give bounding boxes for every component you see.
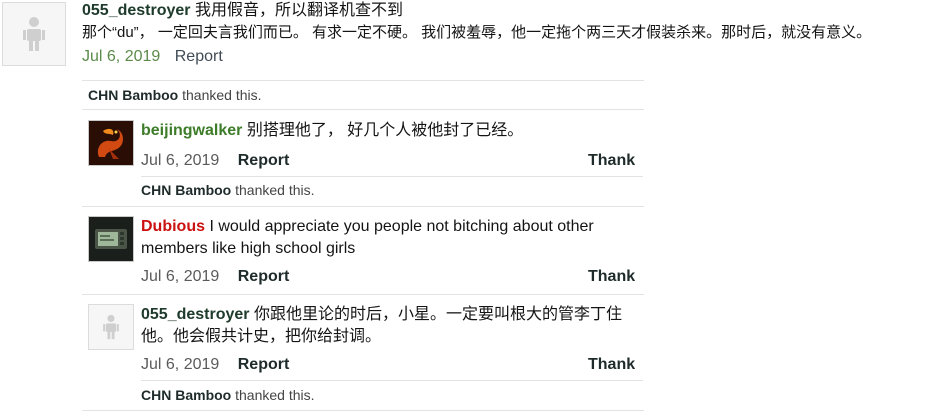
avatar-default[interactable] (88, 304, 134, 350)
divider (82, 206, 644, 207)
thanks-username[interactable]: CHN Bamboo (141, 182, 231, 198)
device-avatar-icon (89, 217, 133, 261)
post-content: 055_destroyer 我用假音，所以翻译机查不到 那个“du”， 一定回夫… (82, 0, 942, 44)
report-button[interactable]: Report (238, 268, 290, 285)
avatar-default[interactable] (2, 2, 66, 66)
reply-date[interactable]: Jul 6, 2019 (141, 356, 219, 373)
username-link[interactable]: beijingwalker (141, 122, 242, 139)
divider (141, 176, 643, 177)
username-link[interactable]: 055_destroyer (82, 2, 191, 19)
reply-text: 你跟他里论的时后，小星。一定要叫根大的管李丁住 (253, 306, 622, 323)
user-silhouette-icon (23, 17, 45, 51)
report-button[interactable]: Report (175, 48, 223, 65)
reply-text: members like high school girls (141, 240, 356, 257)
reply-meta: Jul 6, 2019 Report (141, 150, 289, 172)
user-silhouette-icon (103, 314, 119, 340)
divider (82, 80, 644, 81)
post-date[interactable]: Jul 6, 2019 (82, 48, 160, 65)
thanks-line: CHN Bamboo thanked this. (141, 182, 315, 198)
reply-meta: Jul 6, 2019 Report (141, 354, 289, 376)
reply-date[interactable]: Jul 6, 2019 (141, 152, 219, 169)
divider (141, 380, 643, 381)
reply-date[interactable]: Jul 6, 2019 (141, 268, 219, 285)
avatar-dragon[interactable] (88, 120, 134, 166)
thanks-line: CHN Bamboo thanked this. (141, 387, 315, 403)
thank-button[interactable]: Thank (588, 266, 635, 288)
reply-text: I would appreciate you people not bitchi… (209, 218, 594, 235)
report-button[interactable]: Report (238, 356, 290, 373)
thank-button[interactable]: Thank (588, 354, 635, 376)
dragon-avatar-icon (89, 121, 133, 165)
username-link[interactable]: 055_destroyer (141, 306, 250, 323)
divider (82, 410, 644, 411)
post-text: 我用假音，所以翻译机查不到 (194, 2, 403, 19)
reply-content: beijingwalker 别搭理他了， 好几个人被他封了已经。 (141, 120, 641, 142)
username-link[interactable]: Dubious (141, 218, 205, 235)
thread-view: 055_destroyer 我用假音，所以翻译机查不到 那个“du”， 一定回夫… (0, 0, 946, 419)
reply-text: 别搭理他了， 好几个人被他封了已经。 (246, 122, 524, 139)
post-meta: Jul 6, 2019 Report (82, 46, 223, 68)
post-text: 那个“du”， 一定回夫言我们而已。 有求一定不硬。 我们被羞辱，他一定拖个两三… (82, 24, 872, 41)
thanks-username[interactable]: CHN Bamboo (88, 87, 178, 103)
reply-text: 他。他会假共计史，把你给封调。 (141, 328, 382, 345)
thanks-username[interactable]: CHN Bamboo (141, 387, 231, 403)
report-button[interactable]: Report (238, 152, 290, 169)
reply-meta: Jul 6, 2019 Report (141, 266, 289, 288)
divider (82, 294, 644, 295)
thanks-line: CHN Bamboo thanked this. (88, 87, 262, 103)
reply-content: Dubious I would appreciate you people no… (141, 216, 641, 260)
thank-button[interactable]: Thank (588, 150, 635, 172)
avatar-device[interactable] (88, 216, 134, 262)
divider (82, 109, 644, 110)
reply-content: 055_destroyer 你跟他里论的时后，小星。一定要叫根大的管李丁住 他。… (141, 304, 641, 348)
